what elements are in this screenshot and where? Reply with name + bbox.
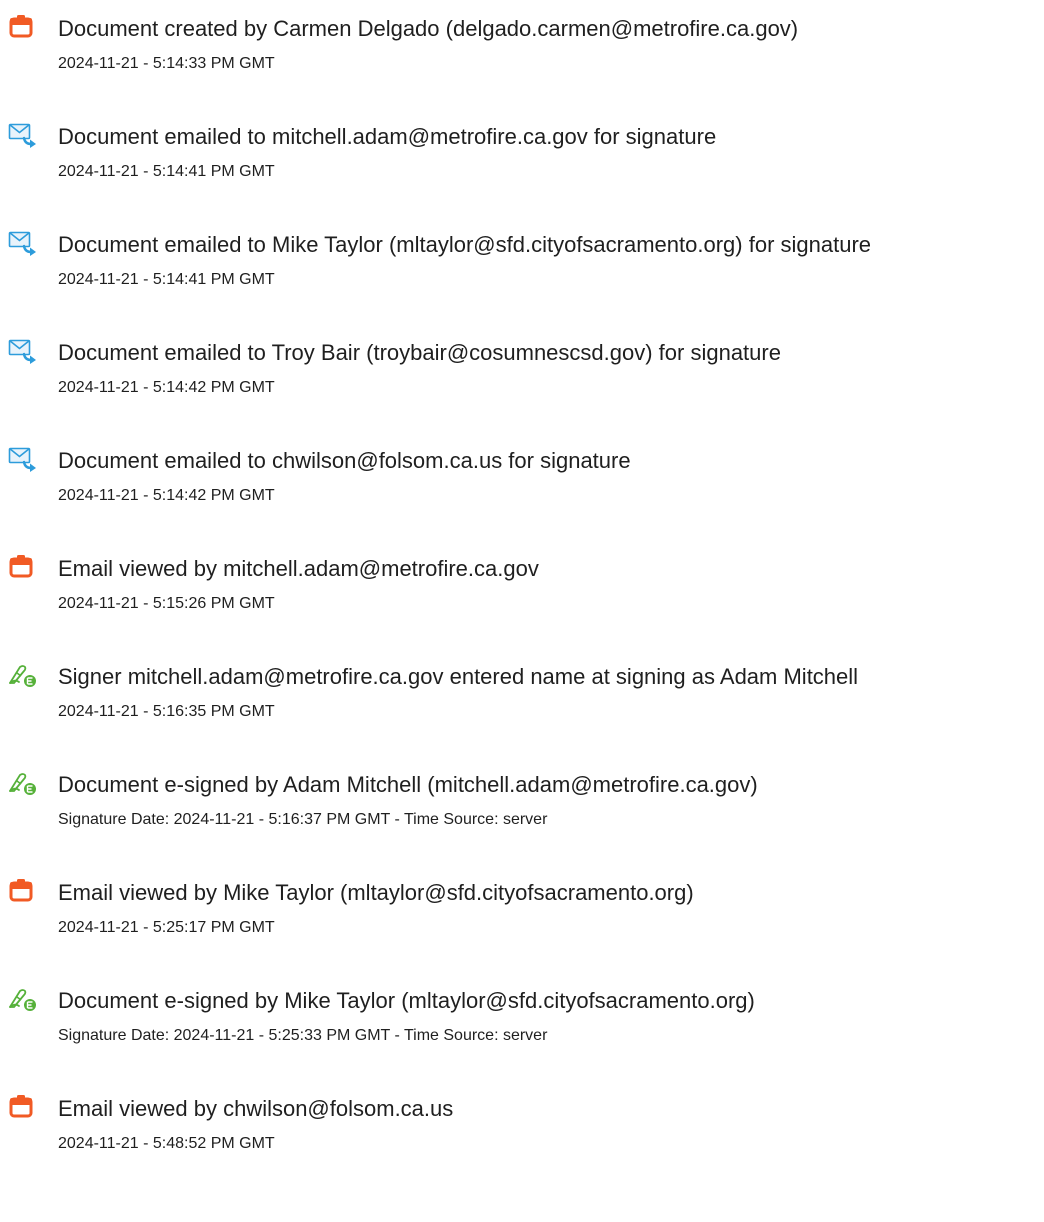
audit-event-description: Email viewed by chwilson@folsom.ca.us: [58, 1096, 454, 1121]
email-sent-icon: [8, 230, 38, 256]
document-icon: [8, 1094, 38, 1120]
audit-event-description: Document created by Carmen Delgado (delg…: [58, 16, 799, 41]
audit-event-row: Document e-signed by Adam Mitchell (mitc…: [0, 766, 1044, 846]
audit-event-description: Email viewed by Mike Taylor (mltaylor@sf…: [58, 880, 694, 905]
audit-event-timestamp: 2024-11-21 - 5:15:26 PM GMT: [58, 595, 275, 612]
audit-event-row: Email viewed by Mike Taylor (mltaylor@sf…: [0, 874, 1044, 954]
audit-event-description: Email viewed by mitchell.adam@metrofire.…: [58, 556, 539, 581]
audit-event-timestamp: 2024-11-21 - 5:14:41 PM GMT: [58, 163, 275, 180]
audit-event-description: Document e-signed by Adam Mitchell (mitc…: [58, 772, 758, 797]
email-sent-icon: [8, 338, 38, 364]
audit-event-timestamp: 2024-11-21 - 5:14:42 PM GMT: [58, 487, 275, 504]
audit-event-row: Document emailed to Troy Bair (troybair@…: [0, 334, 1044, 414]
audit-event-description: Document emailed to chwilson@folsom.ca.u…: [58, 448, 631, 473]
document-icon: [8, 554, 38, 580]
e-sign-pen-icon: [8, 770, 38, 796]
email-sent-icon: [8, 446, 38, 472]
audit-event-row: Email viewed by chwilson@folsom.ca.us 20…: [0, 1090, 1044, 1170]
audit-event-timestamp: 2024-11-21 - 5:25:17 PM GMT: [58, 919, 275, 936]
audit-event-timestamp: 2024-11-21 - 5:14:41 PM GMT: [58, 271, 275, 288]
audit-event-timestamp: 2024-11-21 - 5:14:33 PM GMT: [58, 55, 275, 72]
audit-event-timestamp: 2024-11-21 - 5:16:35 PM GMT: [58, 703, 275, 720]
audit-event-description: Signer mitchell.adam@metrofire.ca.gov en…: [58, 664, 859, 689]
audit-event-row: Document e-signed by Mike Taylor (mltayl…: [0, 982, 1044, 1062]
audit-event-row: Document created by Carmen Delgado (delg…: [0, 10, 1044, 90]
e-sign-pen-icon: [8, 662, 38, 688]
audit-event-row: Email viewed by mitchell.adam@metrofire.…: [0, 550, 1044, 630]
e-sign-pen-icon: [8, 986, 38, 1012]
audit-event-timestamp: Signature Date: 2024-11-21 - 5:25:33 PM …: [58, 1027, 548, 1044]
audit-event-timestamp: 2024-11-21 - 5:14:42 PM GMT: [58, 379, 275, 396]
document-icon: [8, 14, 38, 40]
document-icon: [8, 878, 38, 904]
audit-event-description: Document emailed to Troy Bair (troybair@…: [58, 340, 781, 365]
audit-event-row: Document emailed to chwilson@folsom.ca.u…: [0, 442, 1044, 522]
audit-event-timestamp: Signature Date: 2024-11-21 - 5:16:37 PM …: [58, 811, 548, 828]
audit-event-timestamp: 2024-11-21 - 5:48:52 PM GMT: [58, 1135, 275, 1152]
audit-event-row: Signer mitchell.adam@metrofire.ca.gov en…: [0, 658, 1044, 738]
email-sent-icon: [8, 122, 38, 148]
audit-event-description: Document emailed to Mike Taylor (mltaylo…: [58, 232, 872, 257]
audit-event-row: Document emailed to Mike Taylor (mltaylo…: [0, 226, 1044, 306]
audit-event-description: Document e-signed by Mike Taylor (mltayl…: [58, 988, 755, 1013]
audit-event-row: Document emailed to mitchell.adam@metrof…: [0, 118, 1044, 198]
audit-event-description: Document emailed to mitchell.adam@metrof…: [58, 124, 717, 149]
